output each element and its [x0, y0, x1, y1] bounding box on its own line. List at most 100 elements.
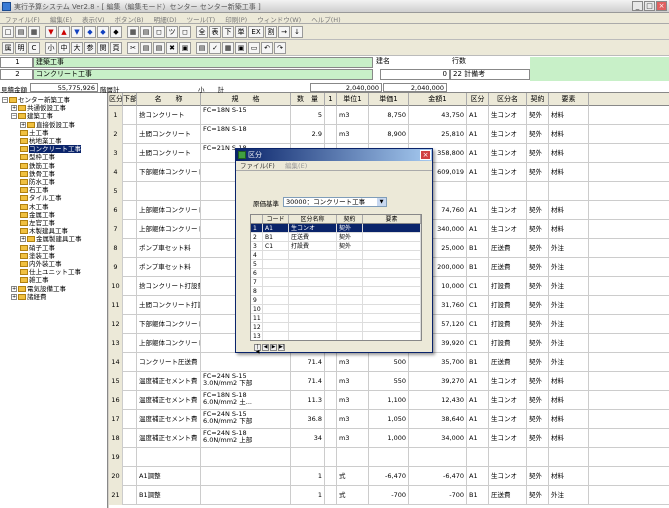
count-field[interactable]: 0 [380, 69, 450, 80]
toolbar-button[interactable]: 下 [222, 25, 234, 38]
table-cell[interactable]: A1調整 [137, 467, 201, 486]
table-cell[interactable]: 5 [109, 182, 123, 201]
dialog-table-cell[interactable]: C1 [263, 242, 289, 251]
expand-icon[interactable]: + [20, 121, 26, 128]
menu-item[interactable]: ファイル(F) [0, 13, 45, 24]
table-row[interactable]: 21 B1調整 1 式 -700 -700 B1 圧送費 契外 外注 [109, 486, 669, 505]
table-row[interactable]: 2 土間コンクリート FC=18N S-18 2.9 m3 8,900 25,810 A1 生コ… [109, 125, 669, 144]
note-field[interactable]: 22 計備考 [450, 69, 530, 80]
tree-node[interactable]: 塗装工事 [20, 252, 55, 260]
close-button[interactable]: × [656, 1, 667, 11]
dialog-table-cell[interactable] [337, 314, 363, 323]
toolbar-button[interactable]: ▤ [140, 25, 152, 38]
table-cell[interactable]: 温度補正セメント費 [137, 391, 201, 410]
table-cell[interactable] [527, 182, 549, 201]
dialog-table-cell[interactable] [263, 287, 289, 296]
dialog-table-cell[interactable] [289, 305, 337, 314]
table-cell[interactable]: 圧送費 [489, 353, 527, 372]
table-cell[interactable] [527, 448, 549, 467]
toolbar-button[interactable]: ▤ [15, 25, 27, 38]
dialog-table-cell[interactable] [289, 332, 337, 340]
table-cell[interactable]: 生コンオ [489, 163, 527, 182]
dialog-table-cell[interactable] [289, 296, 337, 305]
dialog-table-cell[interactable] [363, 224, 421, 233]
table-cell[interactable]: 打設費 [489, 277, 527, 296]
table-cell[interactable] [123, 258, 137, 277]
dialog-table-cell[interactable] [363, 323, 421, 332]
table-cell[interactable]: 圧送費 [489, 258, 527, 277]
dialog-table-cell[interactable]: 10 [251, 305, 263, 314]
table-cell[interactable] [325, 391, 337, 410]
dialog-table-cell[interactable] [363, 296, 421, 305]
toolbar-button[interactable]: 頁 [110, 41, 122, 54]
table-cell[interactable]: 材料 [549, 220, 589, 239]
table-cell[interactable]: -6,470 [369, 467, 409, 486]
dialog-table-cell[interactable]: B1 [263, 233, 289, 242]
table-cell[interactable]: 材料 [549, 372, 589, 391]
table-cell[interactable] [325, 467, 337, 486]
toolbar-button[interactable]: 全 [196, 25, 208, 38]
table-cell[interactable] [291, 448, 325, 467]
dialog-table-cell[interactable] [289, 251, 337, 260]
table-cell[interactable]: A1 [467, 220, 489, 239]
table-cell[interactable]: B1 [467, 258, 489, 277]
table-cell[interactable]: m3 [337, 429, 369, 448]
table-cell[interactable] [123, 277, 137, 296]
dialog-table-row[interactable]: 10 [251, 305, 421, 314]
dialog-table-cell[interactable] [263, 269, 289, 278]
table-cell[interactable]: 圧送費 [489, 486, 527, 505]
table-cell[interactable] [123, 182, 137, 201]
table-cell[interactable] [549, 182, 589, 201]
table-cell[interactable]: 打設費 [489, 334, 527, 353]
table-cell[interactable]: 生コンオ [489, 144, 527, 163]
dialog-table-row[interactable]: 13 [251, 332, 421, 340]
table-cell[interactable]: 25,810 [409, 125, 467, 144]
table-cell[interactable]: B1 [467, 239, 489, 258]
table-cell[interactable]: ポンプ車セット料 [137, 258, 201, 277]
table-cell[interactable]: 材料 [549, 106, 589, 125]
tree-node[interactable]: 防水工事 [20, 178, 55, 186]
table-cell[interactable]: 契外 [527, 296, 549, 315]
table-cell[interactable]: 下部躯体コンクリート... [137, 315, 201, 334]
table-cell[interactable]: 土間コンクリート [137, 144, 201, 163]
column-header[interactable]: 金額1 [409, 93, 467, 106]
table-cell[interactable] [123, 334, 137, 353]
toolbar-button[interactable]: 中 [58, 41, 70, 54]
table-cell[interactable]: 契外 [527, 486, 549, 505]
table-cell[interactable]: 外注 [549, 353, 589, 372]
dialog-table-cell[interactable] [337, 332, 363, 340]
table-cell[interactable]: FC=18N S-18 6.0N/mm2 土... [201, 391, 291, 410]
category-tree[interactable]: − センター新築工事 + 共通仮設工事 − 建築工事 + 直接仮設工事 土工事 杭地業工事 コンクリ… [0, 93, 108, 508]
toolbar-button[interactable]: ◆ [84, 25, 96, 38]
dialog-table-row[interactable]: 4 [251, 251, 421, 260]
table-cell[interactable]: C1 [467, 334, 489, 353]
table-cell[interactable] [325, 353, 337, 372]
dialog-table-cell[interactable]: 2 [251, 233, 263, 242]
dialog-menu-file[interactable]: ファイル(F) [236, 162, 279, 170]
table-cell[interactable]: 温度補正セメント費 [137, 410, 201, 429]
chevron-down-icon[interactable]: ▼ [377, 198, 386, 206]
table-cell[interactable]: 契外 [527, 258, 549, 277]
table-cell[interactable]: 外注 [549, 486, 589, 505]
table-cell[interactable]: 契外 [527, 315, 549, 334]
table-cell[interactable]: 上部躯体コンクリート [137, 220, 201, 239]
toolbar-button[interactable]: ✖ [166, 41, 178, 54]
table-cell[interactable] [123, 125, 137, 144]
table-cell[interactable]: 18 [109, 429, 123, 448]
table-cell[interactable]: 外注 [549, 334, 589, 353]
table-cell[interactable]: 材料 [549, 467, 589, 486]
dialog-table-cell[interactable] [363, 314, 421, 323]
table-cell[interactable]: 8,750 [369, 106, 409, 125]
table-cell[interactable] [137, 182, 201, 201]
tree-node[interactable]: + 共通仮設工事 [11, 104, 66, 112]
nav-button[interactable]: ▶| [278, 344, 285, 351]
toolbar-button[interactable]: ▲ [58, 25, 70, 38]
table-cell[interactable]: m3 [337, 353, 369, 372]
nav-button[interactable]: ▶ [270, 344, 277, 351]
table-cell[interactable]: 1,100 [369, 391, 409, 410]
table-cell[interactable] [123, 391, 137, 410]
tree-node[interactable]: 硝子工事 [20, 244, 55, 252]
cost-standard-select[interactable]: 30000：コンクリート工事 ▼ [283, 197, 387, 207]
tree-node[interactable]: 鉄筋工事 [20, 162, 55, 170]
toolbar-button[interactable]: ▤ [196, 41, 208, 54]
